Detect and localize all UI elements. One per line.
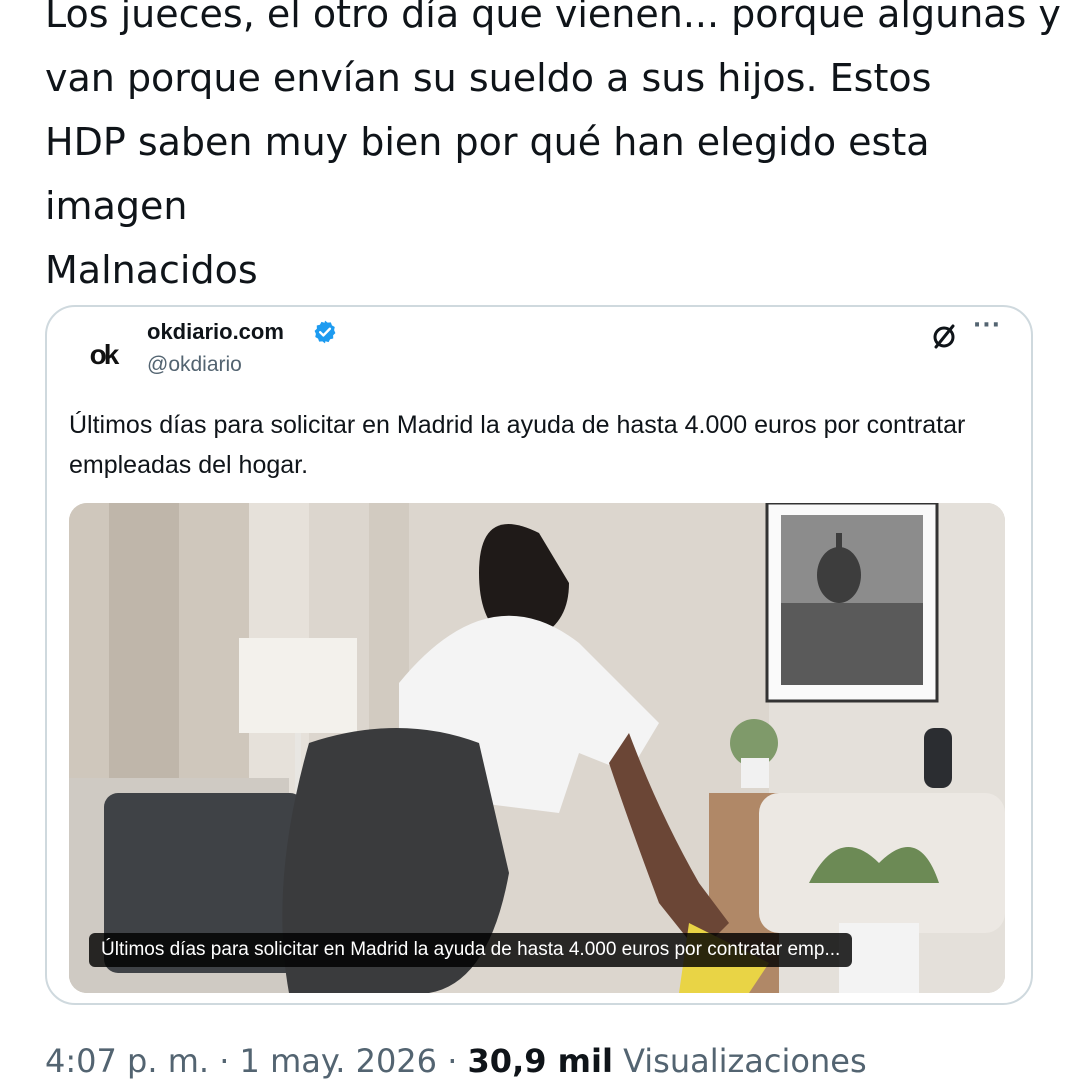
grok-icon[interactable]	[929, 321, 959, 351]
quoted-display-name[interactable]: okdiario.com	[147, 319, 284, 345]
tweet-meta: 4:07 p. m. · 1 may. 2026 · 30,9 mil Visu…	[45, 1042, 867, 1080]
okdiario-logo[interactable]: ok	[77, 329, 129, 381]
quoted-tweet-text: Últimos días para solicitar en Madrid la…	[69, 411, 966, 479]
tweet-line: Malnacidos	[45, 248, 258, 292]
meta-separator: ·	[219, 1042, 230, 1080]
photo-illustration	[69, 503, 1005, 993]
tweet-text: Los jueces, el otro día que vienen... po…	[45, 0, 1061, 302]
views-label: Visualizaciones	[623, 1042, 867, 1080]
meta-separator: ·	[447, 1042, 458, 1080]
quoted-tweet-card[interactable]: ok okdiario.com @okdiario ··· Últimos dí…	[45, 305, 1033, 1005]
media-caption: Últimos días para solicitar en Madrid la…	[89, 933, 853, 967]
tweet-line: HDP saben muy bien por qué han elegido e…	[45, 120, 930, 164]
quoted-tweet-header: ok okdiario.com @okdiario ···	[47, 307, 1031, 397]
verified-badge-icon	[314, 320, 336, 344]
views-count: 30,9 mil	[467, 1042, 613, 1080]
tweet-line: imagen	[45, 184, 188, 228]
more-options-icon[interactable]: ···	[973, 313, 1001, 338]
tweet-time[interactable]: 4:07 p. m.	[45, 1042, 209, 1080]
tweet-line: Los jueces, el otro día que vienen... po…	[45, 0, 1061, 36]
quoted-handle[interactable]: @okdiario	[147, 353, 242, 377]
tweet-line: van porque envían su sueldo a sus hijos.…	[45, 56, 932, 100]
quoted-tweet-image[interactable]: Últimos días para solicitar en Madrid la…	[69, 503, 1005, 993]
tweet-date[interactable]: 1 may. 2026	[240, 1042, 437, 1080]
